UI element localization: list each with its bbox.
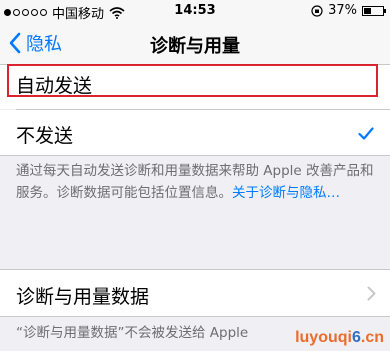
watermark-number: 6 [351,329,361,346]
footer-description: 通过每天自动发送诊断和用量数据来帮助 Apple 改善产品和服务。诊断数据可能包… [16,160,382,204]
row-label: 诊断与用量数据 [16,286,150,308]
status-bar: 中国移动 14:53 37% [0,0,390,22]
battery-icon [362,5,386,16]
site-watermark: luyouqi6.cn [295,329,384,347]
page-title: 诊断与用量 [150,36,240,57]
option-label: 不发送 [16,125,74,147]
row-divider [0,155,390,156]
diagnostics-data-row[interactable]: 诊断与用量数据 [0,270,390,316]
navigation-bar: 隐私 诊断与用量 [0,22,390,65]
watermark-domain: .cn [360,329,384,346]
status-right: 37% [311,3,386,18]
chevron-right-icon [367,286,376,301]
row-divider [0,316,390,317]
option-dont-send[interactable]: 不发送 [0,110,390,155]
about-privacy-link[interactable]: 关于诊断与隐私… [232,185,340,201]
checkmark-icon [358,127,374,140]
battery-level [364,7,371,14]
orientation-lock-icon [311,4,323,17]
battery-percent: 37% [328,3,357,18]
watermark-text: luyouqi [295,329,352,346]
highlight-box [7,64,378,97]
